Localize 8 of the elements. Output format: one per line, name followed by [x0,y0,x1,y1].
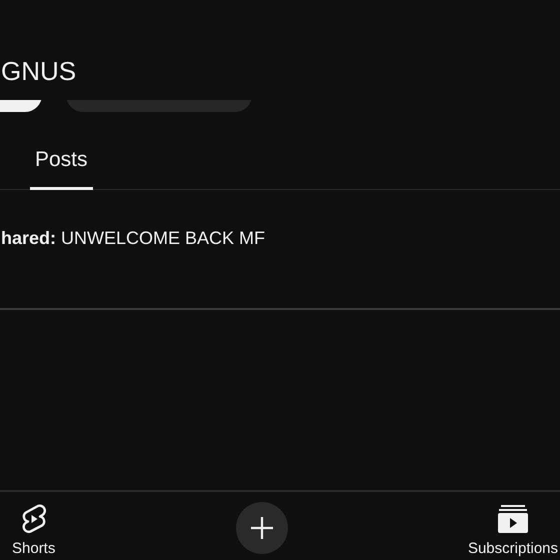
shorts-tab[interactable]: Shorts [10,496,58,556]
post-text: hared: UNWELCOME BACK MF [1,228,266,250]
subscriptions-tab[interactable]: Subscriptions [466,496,560,556]
channel-name: GNUS [1,56,78,86]
tab[interactable]: Posts [30,144,93,190]
plus-icon [250,516,274,540]
subscriptions-icon [496,504,529,534]
shorts-icon [20,504,48,534]
